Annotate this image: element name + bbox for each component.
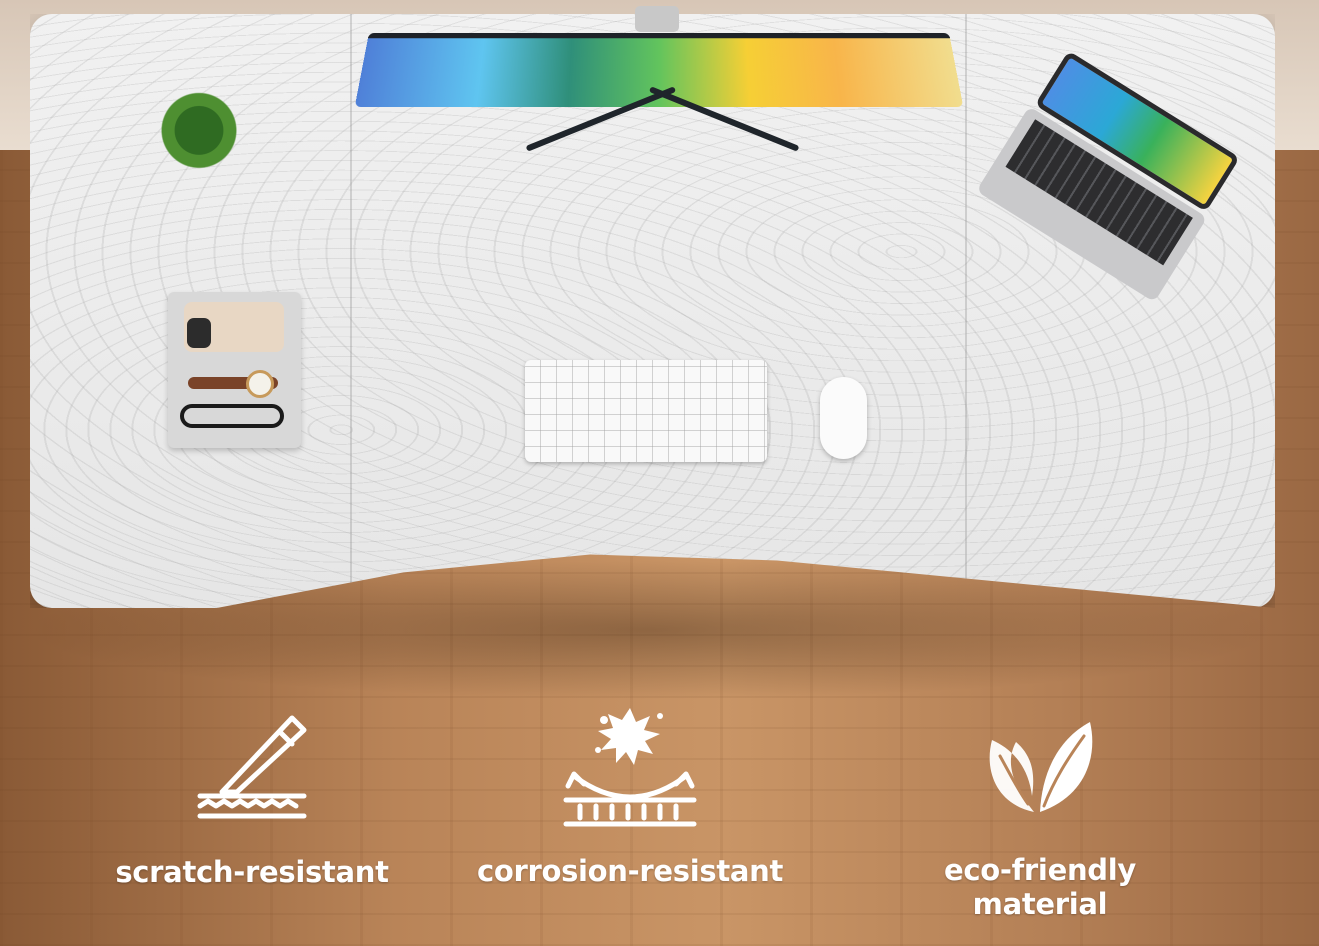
feature-label: corrosion-resistant [476, 854, 784, 888]
keyboard [525, 360, 767, 462]
desk-seam [965, 14, 967, 608]
desk-seam [350, 14, 352, 608]
feature-scratch-resistant: scratch-resistant [92, 700, 412, 900]
feature-label: eco-friendly material [944, 853, 1136, 921]
feature-corrosion-resistant: corrosion-resistant [470, 700, 790, 900]
phone-camera [187, 318, 211, 348]
wristwatch-face [246, 370, 274, 398]
feature-label: scratch-resistant [115, 855, 389, 889]
feature-eco-friendly-material: eco-friendly material [880, 700, 1200, 921]
mouse [820, 377, 867, 459]
corrosion-resistant-icon [563, 708, 697, 827]
monitor-mount [635, 6, 679, 32]
scratch-resistant-icon [197, 715, 307, 819]
eyeglasses [180, 404, 284, 428]
potted-plant [158, 82, 240, 170]
eco-friendly-leaf-icon [989, 722, 1093, 812]
